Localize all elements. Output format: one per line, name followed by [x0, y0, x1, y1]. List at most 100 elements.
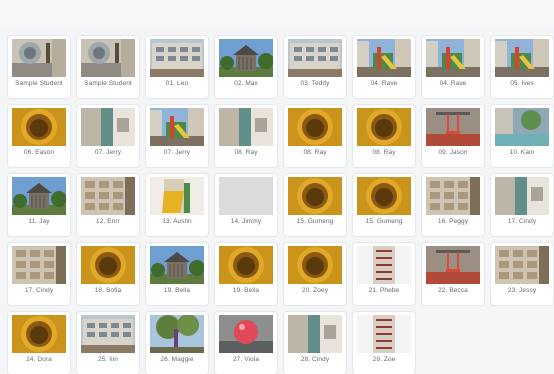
student-photo-card[interactable]: 07. Jerry [77, 105, 139, 167]
student-photo-card[interactable]: 20. Zoey [284, 243, 346, 305]
student-name-label: 26. Maggie [160, 356, 194, 363]
student-photo-card[interactable]: 04. Rave [422, 36, 484, 98]
student-photo-thumbnail [495, 177, 549, 215]
student-photo-card[interactable]: 08. Ray [353, 105, 415, 167]
student-name-label: Sample Student [84, 80, 132, 87]
student-photo-thumbnail [426, 108, 480, 146]
student-photo-thumbnail [288, 108, 342, 146]
student-name-label: 13. Austin [162, 218, 192, 225]
student-name-label: 24. Dora [26, 356, 52, 363]
student-photo-card[interactable]: 21. Phebe [353, 243, 415, 305]
student-photo-card[interactable]: 22. Becca [422, 243, 484, 305]
student-name-label: 21. Phebe [368, 287, 400, 294]
student-photo-card[interactable]: 28. Cindy [284, 312, 346, 374]
student-name-label: 08. Ray [234, 149, 258, 156]
student-photo-thumbnail [81, 39, 135, 77]
student-name-label: 05. Ives [510, 80, 534, 87]
student-photo-thumbnail [219, 177, 273, 215]
student-photo-thumbnail [357, 315, 411, 353]
student-photo-card[interactable]: 02. Max [215, 36, 277, 98]
student-photo-card[interactable]: 25. Iiin [77, 312, 139, 374]
student-photo-thumbnail [426, 39, 480, 77]
student-name-label: Sample Student [15, 80, 63, 87]
student-name-label: 23. Jessy [507, 287, 537, 294]
student-photo-thumbnail [81, 177, 135, 215]
student-name-label: 08. Ray [303, 149, 327, 156]
student-photo-card[interactable]: 08. Ray [215, 105, 277, 167]
student-name-label: 04. Rave [370, 80, 398, 87]
student-photo-card[interactable]: 10. Kain [491, 105, 553, 167]
student-photo-thumbnail [12, 108, 66, 146]
student-photo-card[interactable]: 27. Viola [215, 312, 277, 374]
student-name-label: 22. Becca [438, 287, 468, 294]
student-photo-card[interactable]: 13. Austin [146, 174, 208, 236]
student-photo-thumbnail [219, 108, 273, 146]
student-photo-thumbnail [219, 39, 273, 77]
student-photo-card[interactable]: 05. Ives [491, 36, 553, 98]
student-name-label: 17. Cindy [24, 287, 54, 294]
student-name-label: 11. Jay [28, 218, 50, 225]
student-photo-thumbnail [426, 177, 480, 215]
top-bar [0, 0, 554, 28]
student-name-label: 19. Bella [232, 287, 260, 294]
student-photo-card[interactable]: 23. Jessy [491, 243, 553, 305]
student-photo-card[interactable]: Sample Student [77, 36, 139, 98]
student-photo-card[interactable]: 09. Jason [422, 105, 484, 167]
student-photo-thumbnail [12, 177, 66, 215]
student-photo-thumbnail [426, 246, 480, 284]
student-photo-thumbnail [150, 315, 204, 353]
student-photo-thumbnail [357, 177, 411, 215]
student-photo-card[interactable]: 19. Bella [146, 243, 208, 305]
student-photo-thumbnail [288, 246, 342, 284]
student-name-label: 18. Sofia [94, 287, 122, 294]
student-photo-thumbnail [150, 246, 204, 284]
student-name-label: 15. Gumeng [296, 218, 334, 225]
student-photo-thumbnail [150, 108, 204, 146]
student-name-label: 01. Leo [165, 80, 189, 87]
student-photo-card[interactable]: 17. Cindy [491, 174, 553, 236]
student-name-label: 12. Enrr [96, 218, 120, 225]
student-photo-thumbnail [357, 246, 411, 284]
student-name-label: 04. Rave [439, 80, 467, 87]
student-name-label: 10. Kain [509, 149, 535, 156]
student-name-label: 08. Ray [372, 149, 396, 156]
student-photo-card[interactable]: 12. Enrr [77, 174, 139, 236]
student-photo-card[interactable]: 08. Ray [284, 105, 346, 167]
student-name-label: 03. Teddy [300, 80, 330, 87]
student-photo-card[interactable]: Sample Student [8, 36, 70, 98]
student-name-label: 20. Zoey [301, 287, 329, 294]
student-photo-thumbnail [357, 108, 411, 146]
student-name-label: 09. Jason [438, 149, 468, 156]
student-photo-thumbnail [12, 246, 66, 284]
student-photo-card[interactable]: 14. Jimmy [215, 174, 277, 236]
student-photo-card[interactable]: 24. Dora [8, 312, 70, 374]
student-photo-thumbnail [288, 177, 342, 215]
student-photo-card[interactable]: 15. Gumeng [284, 174, 346, 236]
student-name-label: 27. Viola [232, 356, 260, 363]
student-photo-thumbnail [12, 315, 66, 353]
student-photo-card[interactable]: 16. Peggy [422, 174, 484, 236]
student-photo-card[interactable]: 06. Eason [8, 105, 70, 167]
student-name-label: 25. Iiin [98, 356, 118, 363]
student-photo-card[interactable]: 01. Leo [146, 36, 208, 98]
student-photo-card[interactable]: 19. Bella [215, 243, 277, 305]
student-photo-thumbnail [12, 39, 66, 77]
student-photo-card[interactable]: 18. Sofia [77, 243, 139, 305]
student-name-label: 07. Jerry [163, 149, 191, 156]
student-name-label: 15. Gumeng [365, 218, 403, 225]
student-photo-thumbnail [219, 315, 273, 353]
student-photo-card[interactable]: 07. Jerry [146, 105, 208, 167]
student-photo-card[interactable]: 29. Zoe [353, 312, 415, 374]
student-photo-thumbnail [495, 108, 549, 146]
student-photo-card[interactable]: 11. Jay [8, 174, 70, 236]
student-photo-thumbnail [495, 39, 549, 77]
student-photo-thumbnail [150, 39, 204, 77]
student-photo-card[interactable]: 26. Maggie [146, 312, 208, 374]
student-photo-card[interactable]: 04. Rave [353, 36, 415, 98]
student-photo-card[interactable]: 03. Teddy [284, 36, 346, 98]
student-name-label: 06. Eason [23, 149, 55, 156]
student-photo-thumbnail [357, 39, 411, 77]
student-photo-card[interactable]: 17. Cindy [8, 243, 70, 305]
student-photo-card[interactable]: 15. Gumeng [353, 174, 415, 236]
student-photo-thumbnail [495, 246, 549, 284]
